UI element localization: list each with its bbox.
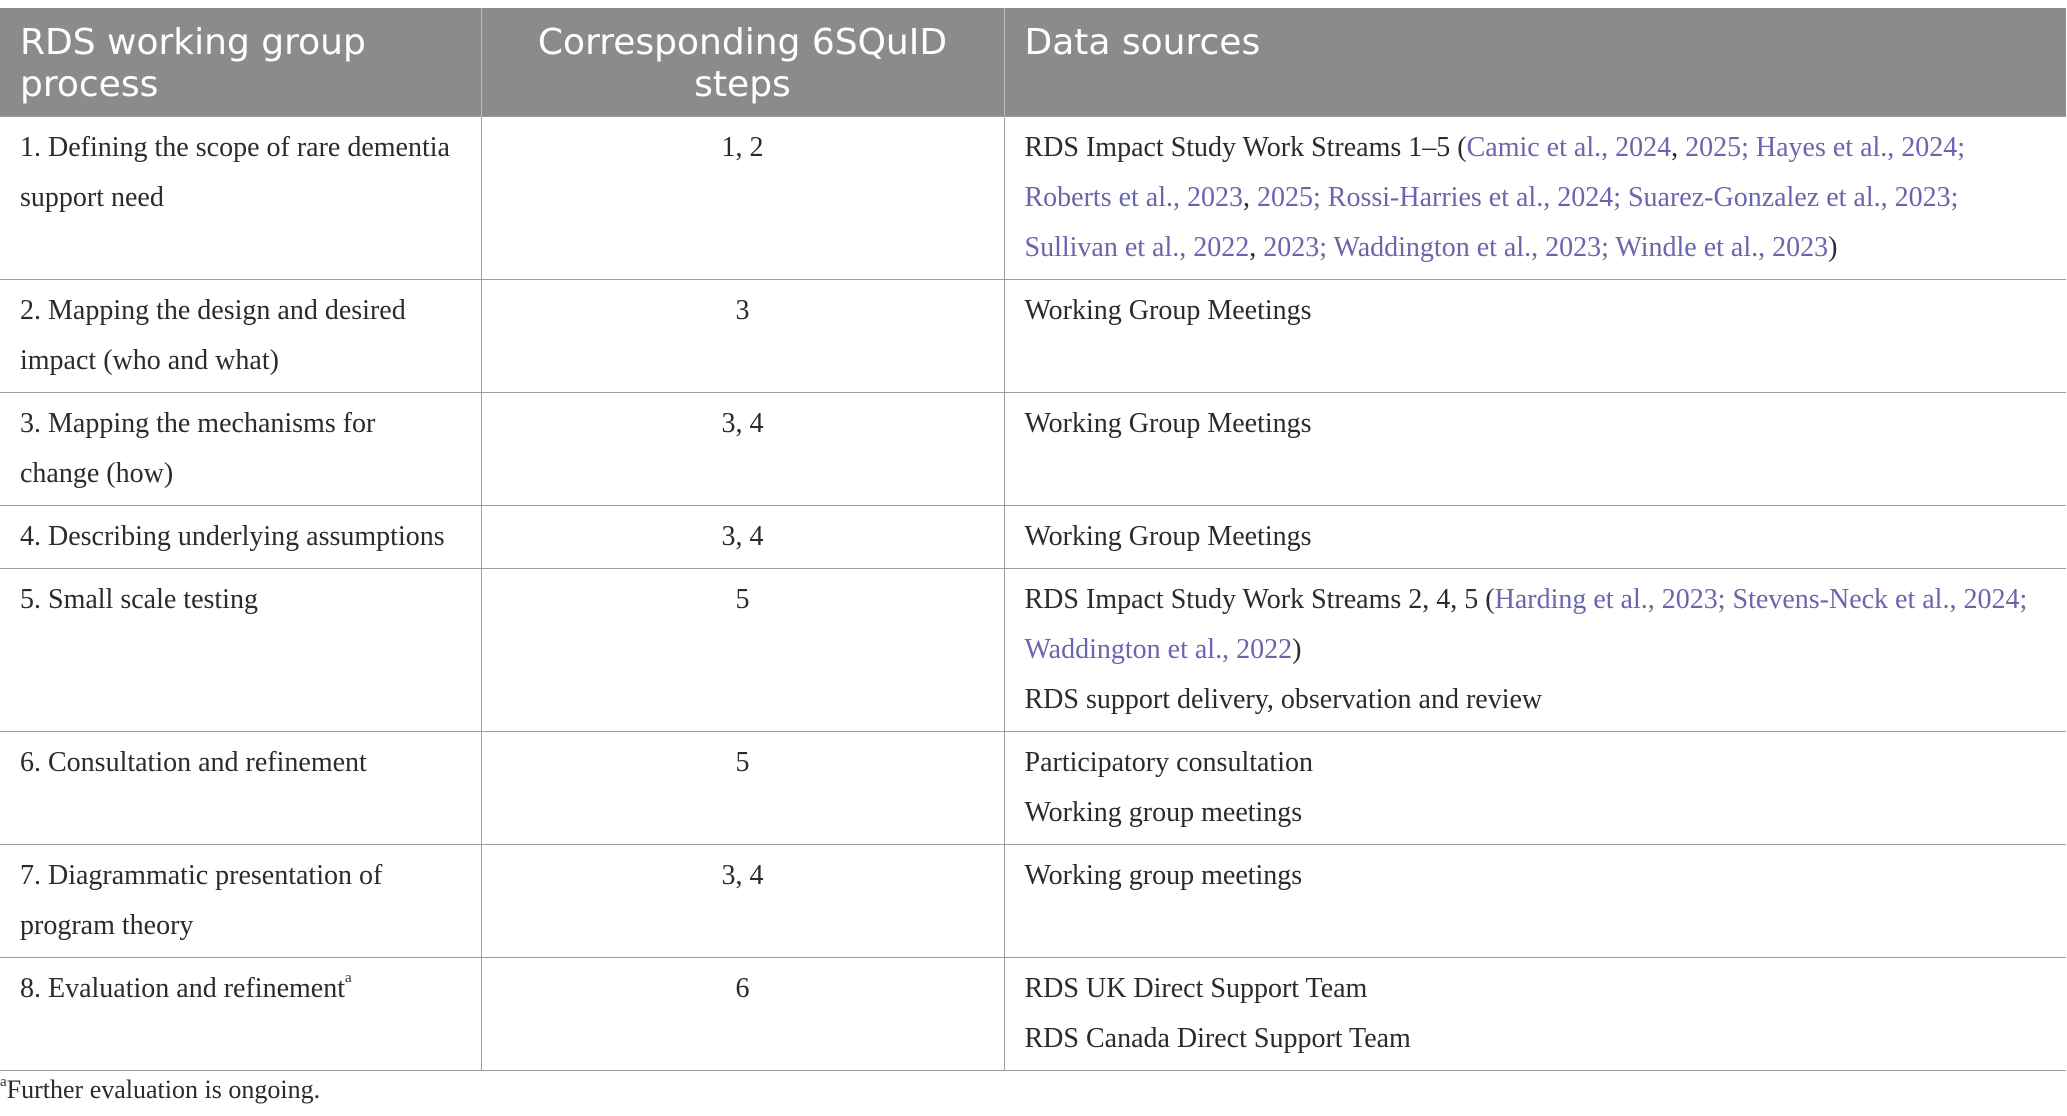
source-line: Working group meetings: [1024, 860, 1303, 891]
table-footnote: aFurther evaluation is ongoing.: [0, 1070, 320, 1110]
steps-cell: 3, 4: [480, 392, 1005, 506]
source-separator: ,: [1243, 182, 1258, 213]
process-cell: 6. Consultation and refinement: [0, 731, 482, 845]
source-line: RDS UK Direct Support Team: [1024, 973, 1368, 1004]
sources-cell: Working Group Meetings: [1003, 279, 2066, 393]
source-line: RDS Impact Study Work Streams 2, 4, 5 (H…: [1025, 575, 2047, 675]
sources-cell: RDS UK Direct Support Team RDS Canada Dir…: [1003, 957, 2066, 1071]
citation-link[interactable]: Camic et al., 2024: [1467, 132, 1672, 163]
header-row: RDS working group process Corresponding …: [0, 8, 2066, 117]
source-separator: ,: [1671, 132, 1686, 163]
steps-cell: 5: [480, 568, 1005, 732]
steps-cell: 3: [480, 279, 1005, 393]
process-table: RDS working group process Corresponding …: [0, 8, 2066, 1071]
source-line: RDS support delivery, observation and re…: [1024, 684, 1543, 715]
table-row: 8. Evaluation and refinementa 6 RDS UK D…: [0, 957, 2066, 1071]
table-container: RDS working group process Corresponding …: [0, 8, 2067, 1071]
steps-cell: 3, 4: [480, 505, 1005, 569]
process-cell: 8. Evaluation and refinementa: [0, 957, 482, 1071]
steps-cell: 5: [480, 731, 1005, 845]
citation-link[interactable]: 2023; Waddington et al., 2023; Windle et…: [1263, 232, 1828, 263]
source-line: Working Group Meetings: [1024, 408, 1312, 439]
source-text: ): [1828, 232, 1838, 263]
source-line: Working group meetings: [1024, 797, 1303, 828]
sources-cell: Working Group Meetings: [1003, 505, 2066, 569]
source-separator: ,: [1249, 232, 1264, 263]
sources-cell: Working group meetings: [1003, 844, 2066, 958]
table-row: 1. Defining the scope of rare dementia s…: [0, 116, 2066, 280]
process-cell: 4. Describing underlying assumptions: [0, 505, 482, 569]
sources-cell: Working Group Meetings: [1003, 392, 2066, 506]
table-row: 7. Diagrammatic presentation of program …: [0, 844, 2066, 958]
table-row: 6. Consultation and refinement 5 Partici…: [0, 731, 2066, 845]
footnote-marker: a: [0, 1074, 7, 1090]
table-row: 2. Mapping the design and desired impact…: [0, 279, 2066, 393]
source-line: Participatory consultation: [1024, 747, 1314, 778]
process-cell: 7. Diagrammatic presentation of program …: [0, 844, 482, 958]
steps-cell: 6: [480, 957, 1005, 1071]
sources-cell: Participatory consultation Working group …: [1003, 731, 2066, 845]
process-cell: 2. Mapping the design and desired impact…: [0, 279, 482, 393]
source-line: Working Group Meetings: [1024, 521, 1312, 552]
process-cell: 5. Small scale testing: [0, 568, 482, 732]
table-row: 5. Small scale testing 5 RDS Impact Stud…: [0, 568, 2066, 732]
table-row: 3. Mapping the mechanisms for change (ho…: [0, 392, 2066, 506]
source-text: RDS Impact Study Work Streams 2, 4, 5 (: [1024, 584, 1495, 615]
source-line: Working Group Meetings: [1024, 295, 1312, 326]
process-cell: 3. Mapping the mechanisms for change (ho…: [0, 392, 482, 506]
source-text: ): [1292, 634, 1302, 665]
steps-cell: 3, 4: [480, 844, 1005, 958]
header-steps: Corresponding 6SQuID steps: [481, 8, 1005, 117]
source-text: RDS Impact Study Work Streams 1–5 (: [1024, 132, 1467, 163]
sources-cell: RDS Impact Study Work Streams 1–5 (Camic…: [1003, 116, 2066, 280]
process-label: 8. Evaluation and refinement: [20, 973, 345, 1004]
footnote-mark: a: [345, 970, 352, 986]
sources-cell: RDS Impact Study Work Streams 2, 4, 5 (H…: [1003, 568, 2066, 732]
footnote-text: Further evaluation is ongoing.: [6, 1075, 321, 1104]
source-line: RDS Canada Direct Support Team: [1024, 1023, 1411, 1054]
steps-cell: 1, 2: [480, 116, 1005, 280]
table-row: 4. Describing underlying assumptions 3, …: [0, 505, 2066, 569]
process-cell: 1. Defining the scope of rare dementia s…: [0, 116, 482, 280]
header-process: RDS working group process: [0, 8, 482, 117]
header-data-sources: Data sources: [1004, 8, 2066, 117]
